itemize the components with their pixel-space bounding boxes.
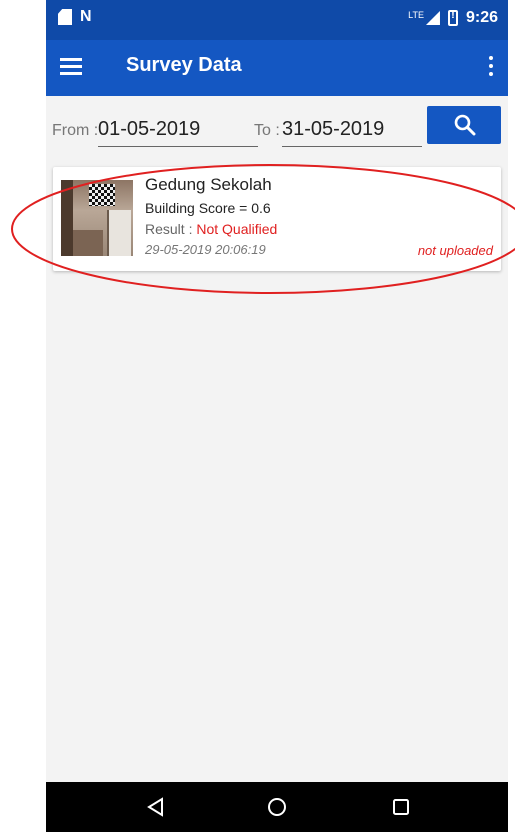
- battery-alert-icon: [447, 9, 458, 26]
- result-label: Result :: [145, 221, 197, 237]
- to-date-field[interactable]: 31-05-2019: [282, 118, 384, 141]
- status-bar-right: LTE 9:26: [408, 9, 498, 27]
- back-icon[interactable]: [146, 796, 166, 818]
- survey-photo-thumbnail: [61, 180, 133, 256]
- menu-icon[interactable]: [60, 58, 82, 76]
- lte-signal-icon: [425, 11, 440, 25]
- clock: 9:26: [465, 9, 498, 26]
- more-vert-icon[interactable]: [488, 56, 494, 78]
- result-value: Not Qualified: [196, 221, 278, 237]
- page-title: Survey Data: [126, 54, 242, 76]
- app-bar: Survey Data: [46, 40, 508, 96]
- survey-result: Result : Not Qualified: [145, 221, 277, 237]
- from-label: From :: [52, 122, 99, 139]
- status-bar-left: N: [58, 9, 92, 25]
- recents-icon[interactable]: [390, 796, 412, 818]
- to-label: To :: [254, 122, 280, 139]
- date-filter: From : 01-05-2019 To : 31-05-2019: [46, 106, 508, 150]
- search-button[interactable]: [427, 106, 501, 144]
- checkerboard-marker: [89, 184, 115, 206]
- to-date-underline: [282, 146, 422, 147]
- search-icon: [454, 114, 476, 136]
- survey-title: Gedung Sekolah: [145, 175, 272, 194]
- phone-screen: N LTE 9:26 Survey Data From : 01-05-2019…: [46, 0, 508, 832]
- from-date-field[interactable]: 01-05-2019: [98, 118, 200, 141]
- n-notification-icon: N: [80, 8, 92, 25]
- home-icon[interactable]: [266, 796, 288, 818]
- network-type: LTE: [408, 10, 424, 20]
- system-navigation-bar: [46, 782, 508, 832]
- survey-list-item[interactable]: Gedung Sekolah Building Score = 0.6 Resu…: [53, 167, 501, 271]
- upload-status-badge: not uploaded: [417, 243, 493, 258]
- status-bar: N LTE 9:26: [46, 0, 508, 40]
- survey-timestamp: 29-05-2019 20:06:19: [145, 242, 266, 257]
- from-date-underline: [98, 146, 258, 147]
- building-score: Building Score = 0.6: [145, 200, 271, 216]
- sim-card-icon: [58, 9, 72, 25]
